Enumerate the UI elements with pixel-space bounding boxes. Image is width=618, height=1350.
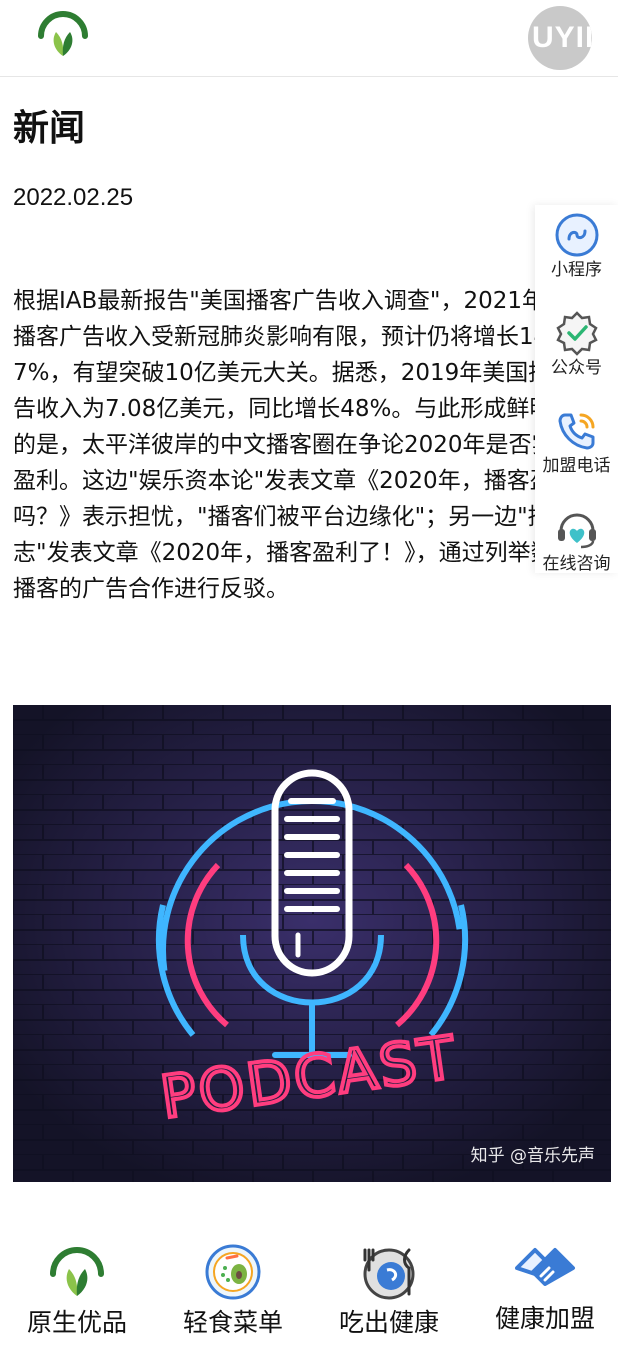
- image-watermark: 知乎 @音乐先声: [470, 1146, 595, 1166]
- avatar[interactable]: UYII: [528, 6, 592, 70]
- chat-support-icon: [557, 513, 596, 549]
- side-item-label: 小程序: [551, 260, 602, 280]
- phone-icon: [558, 413, 594, 450]
- article-body: 根据IAB最新报告"美国播客广告收入调查"，2021年美国播客广告收入受新冠肺炎…: [13, 283, 611, 663]
- side-item-official-account[interactable]: 公众号: [535, 309, 618, 401]
- nav-item-eat-healthy[interactable]: 吃出健康: [314, 1242, 464, 1340]
- top-bar: UYII: [0, 0, 618, 77]
- bottom-nav: 原生优品 轻食菜单 吃出健康 健康加盟: [0, 1230, 618, 1350]
- nav-item-label: 吃出健康: [338, 1308, 439, 1337]
- podcast-neon-illustration: PODCAST: [13, 705, 611, 1182]
- nav-item-health-franchise[interactable]: 健康加盟: [470, 1242, 618, 1336]
- salad-bowl-icon: [205, 1244, 261, 1300]
- article-paragraph: 根据IAB最新报告"美国播客广告收入调查"，2021年美国播客广告收入受新冠肺炎…: [13, 288, 601, 602]
- nav-item-label: 轻食菜单: [182, 1308, 283, 1337]
- page-title: 新闻: [13, 108, 86, 149]
- plate-utensils-icon: [363, 1248, 415, 1300]
- official-account-icon: [555, 311, 598, 356]
- side-item-label: 公众号: [551, 358, 602, 378]
- side-item-phone[interactable]: 加盟电话: [535, 407, 618, 499]
- side-item-online-consult[interactable]: 在线咨询: [535, 505, 618, 597]
- article-date: 2022.02.25: [13, 184, 134, 211]
- side-item-mini-program[interactable]: 小程序: [535, 211, 618, 303]
- nav-item-light-meal-menu[interactable]: 轻食菜单: [158, 1242, 308, 1340]
- nav-item-label: 健康加盟: [494, 1304, 595, 1333]
- nav-item-label: 原生优品: [26, 1308, 127, 1337]
- podcast-hero-image: PODCAST 知乎 @音乐先声: [13, 705, 611, 1182]
- side-panel: 小程序 公众号 加盟电话 在线咨询: [535, 205, 618, 574]
- nav-item-native-products[interactable]: 原生优品: [2, 1242, 152, 1340]
- handshake-icon: [515, 1248, 575, 1286]
- side-item-label: 在线咨询: [542, 554, 611, 574]
- leaf-icon: [50, 1247, 104, 1296]
- mini-program-icon: [555, 213, 598, 257]
- leaf-logo-icon[interactable]: [36, 8, 90, 62]
- side-item-label: 加盟电话: [542, 456, 611, 476]
